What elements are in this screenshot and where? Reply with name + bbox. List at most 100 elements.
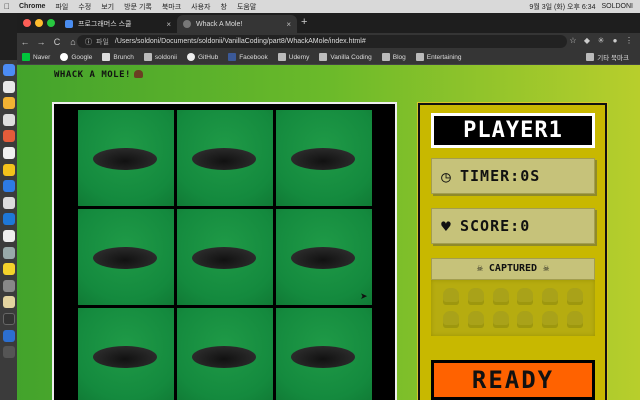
timer-box: ◷ TIMER: 0S: [431, 158, 595, 194]
mole-cell[interactable]: [78, 308, 174, 400]
new-tab-button[interactable]: +: [301, 16, 307, 28]
menu-item[interactable]: 북마크: [157, 2, 186, 12]
menu-item[interactable]: 창: [216, 2, 232, 12]
mole-cell[interactable]: [78, 209, 174, 305]
bookmark-item[interactable]: Brunch: [97, 53, 139, 61]
menu-item[interactable]: 파일: [50, 2, 73, 12]
mole-cell[interactable]: [276, 308, 372, 400]
player-label: PLAYER1: [431, 113, 595, 148]
folder-icon: [319, 53, 328, 61]
dock-app-icon[interactable]: [2, 130, 15, 143]
dock-app-icon[interactable]: [2, 97, 15, 110]
dock-app-icon[interactable]: [2, 246, 15, 259]
tab-whack-a-mole[interactable]: Whack A Mole! ×: [177, 15, 297, 33]
mole-cell[interactable]: [177, 110, 273, 206]
other-bookmarks[interactable]: 기타 북마크: [581, 52, 634, 62]
menu-item[interactable]: 방문 기록: [119, 2, 157, 12]
bookmark-label: Entertaining: [426, 53, 462, 61]
game-title-text: WHACK A MOLE!: [54, 70, 131, 80]
menu-icon[interactable]: ⋮: [622, 36, 636, 45]
menu-item[interactable]: 도움말: [232, 2, 261, 12]
address-bar[interactable]: ⓘ 파일 /Users/soldoni/Documents/soldonii/V…: [77, 35, 567, 48]
folder-icon: [381, 53, 390, 61]
mole-cell[interactable]: [177, 308, 273, 400]
captured-mole-slot: [517, 311, 534, 329]
bookmark-item[interactable]: Google: [55, 53, 97, 61]
bookmark-label: Blog: [392, 53, 406, 61]
score-box: ♥ SCORE: 0: [431, 208, 595, 244]
info-icon[interactable]: ⓘ: [85, 37, 92, 47]
mole-cell[interactable]: [276, 110, 372, 206]
maximize-window-icon[interactable]: [47, 19, 55, 27]
clock-icon: ◷: [441, 166, 451, 186]
dock-app-icon[interactable]: [2, 296, 15, 309]
heart-icon: ♥: [441, 216, 451, 236]
bookmarks-bar: Naver Google Brunch soldonii GitHub Face…: [17, 50, 640, 65]
mole-cell[interactable]: [78, 110, 174, 206]
dock-app-icon[interactable]: [2, 163, 15, 176]
mole-hole: [291, 346, 355, 368]
extension-icon[interactable]: ◆: [580, 36, 594, 45]
timer-value: 0S: [520, 167, 541, 185]
address-url[interactable]: /Users/soldoni/Documents/soldonii/Vanill…: [115, 38, 366, 45]
dock: [0, 60, 17, 400]
dock-app-icon[interactable]: [2, 263, 15, 276]
mole-cell[interactable]: [276, 209, 372, 305]
bookmark-item[interactable]: GitHub: [182, 53, 223, 61]
captured-mole-slot: [492, 287, 509, 305]
minimize-window-icon[interactable]: [35, 19, 43, 27]
dock-app-icon[interactable]: [2, 346, 15, 359]
bookmark-item[interactable]: Entertaining: [411, 53, 467, 61]
bookmark-item[interactable]: Blog: [377, 53, 411, 61]
tab-close-icon[interactable]: ×: [286, 20, 291, 29]
dock-app-icon[interactable]: [2, 279, 15, 292]
mole-hole: [192, 346, 256, 368]
bookmark-item[interactable]: soldonii: [139, 53, 182, 61]
captured-mole-slot: [541, 311, 558, 329]
menu-item[interactable]: 보기: [96, 2, 119, 12]
tab-favicon-icon: [65, 20, 73, 28]
datetime[interactable]: 9월 3일 (화) 오후 6:34: [526, 2, 598, 12]
menu-item[interactable]: 수정: [73, 2, 96, 12]
mole-hole: [291, 148, 355, 170]
ready-button[interactable]: READY: [431, 360, 595, 400]
bookmark-item[interactable]: Vanilla Coding: [314, 53, 376, 61]
mole-icon: [133, 70, 143, 78]
tab-programmers[interactable]: 프로그래머스 스쿨 ×: [59, 15, 177, 33]
dock-app-icon[interactable]: [2, 180, 15, 193]
dock-app-icon[interactable]: [2, 113, 15, 126]
forward-icon[interactable]: →: [33, 37, 49, 47]
dock-app-icon[interactable]: [2, 146, 15, 159]
dock-app-icon[interactable]: [2, 80, 15, 93]
dock-app-icon[interactable]: [2, 64, 15, 76]
back-icon[interactable]: ←: [17, 37, 33, 47]
dock-app-icon[interactable]: [2, 213, 15, 226]
captured-mole-slot: [566, 311, 583, 329]
mole-hole: [291, 247, 355, 269]
dock-app-icon[interactable]: [2, 329, 15, 342]
dock-app-icon[interactable]: [2, 196, 15, 209]
menu-item[interactable]: 사용자: [186, 2, 215, 12]
bookmark-label: Facebook: [239, 53, 268, 61]
dock-app-icon[interactable]: [2, 312, 15, 325]
folder-icon: [143, 53, 152, 61]
apple-icon[interactable]: : [0, 2, 14, 11]
menu-app-name[interactable]: Chrome: [14, 3, 50, 10]
close-window-icon[interactable]: [23, 19, 31, 27]
folder-icon: [415, 53, 424, 61]
score-value: 0: [520, 217, 531, 235]
folder-icon: [586, 53, 595, 61]
dock-app-icon[interactable]: [2, 229, 15, 242]
profile-icon[interactable]: ●: [608, 36, 622, 45]
extension-icon[interactable]: ✳: [594, 36, 608, 45]
mole-cell[interactable]: [177, 209, 273, 305]
bookmark-star-icon[interactable]: ☆: [566, 36, 580, 45]
reload-icon[interactable]: C: [49, 37, 65, 47]
tab-close-icon[interactable]: ×: [166, 20, 171, 29]
mole-hole: [192, 148, 256, 170]
user-name[interactable]: SOLDONI: [598, 3, 636, 10]
bookmark-item[interactable]: Naver: [17, 53, 55, 61]
bookmark-item[interactable]: Facebook: [223, 53, 273, 61]
bookmark-item[interactable]: Udemy: [273, 53, 315, 61]
tab-bar: 프로그래머스 스쿨 × Whack A Mole! × +: [17, 13, 640, 33]
